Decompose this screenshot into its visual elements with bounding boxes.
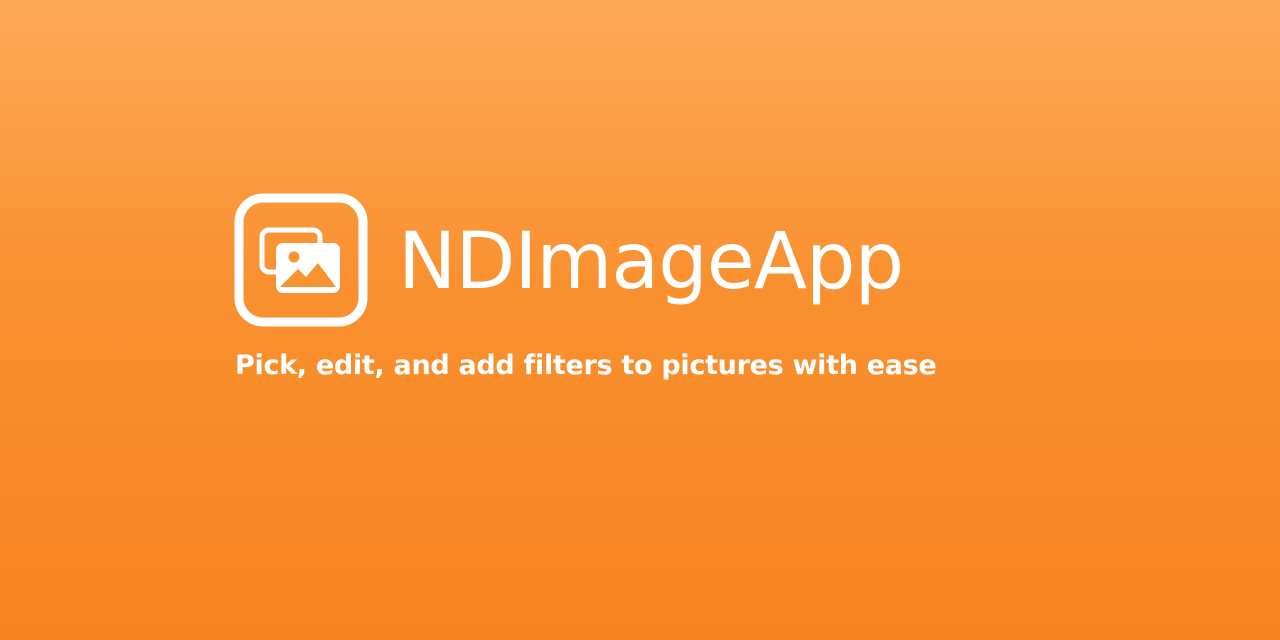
stacked-images-icon xyxy=(234,193,368,327)
banner: NDImageApp Pick, edit, and add filters t… xyxy=(0,0,1280,640)
app-title: NDImageApp xyxy=(398,217,904,307)
tagline: Pick, edit, and add filters to pictures … xyxy=(235,350,937,381)
